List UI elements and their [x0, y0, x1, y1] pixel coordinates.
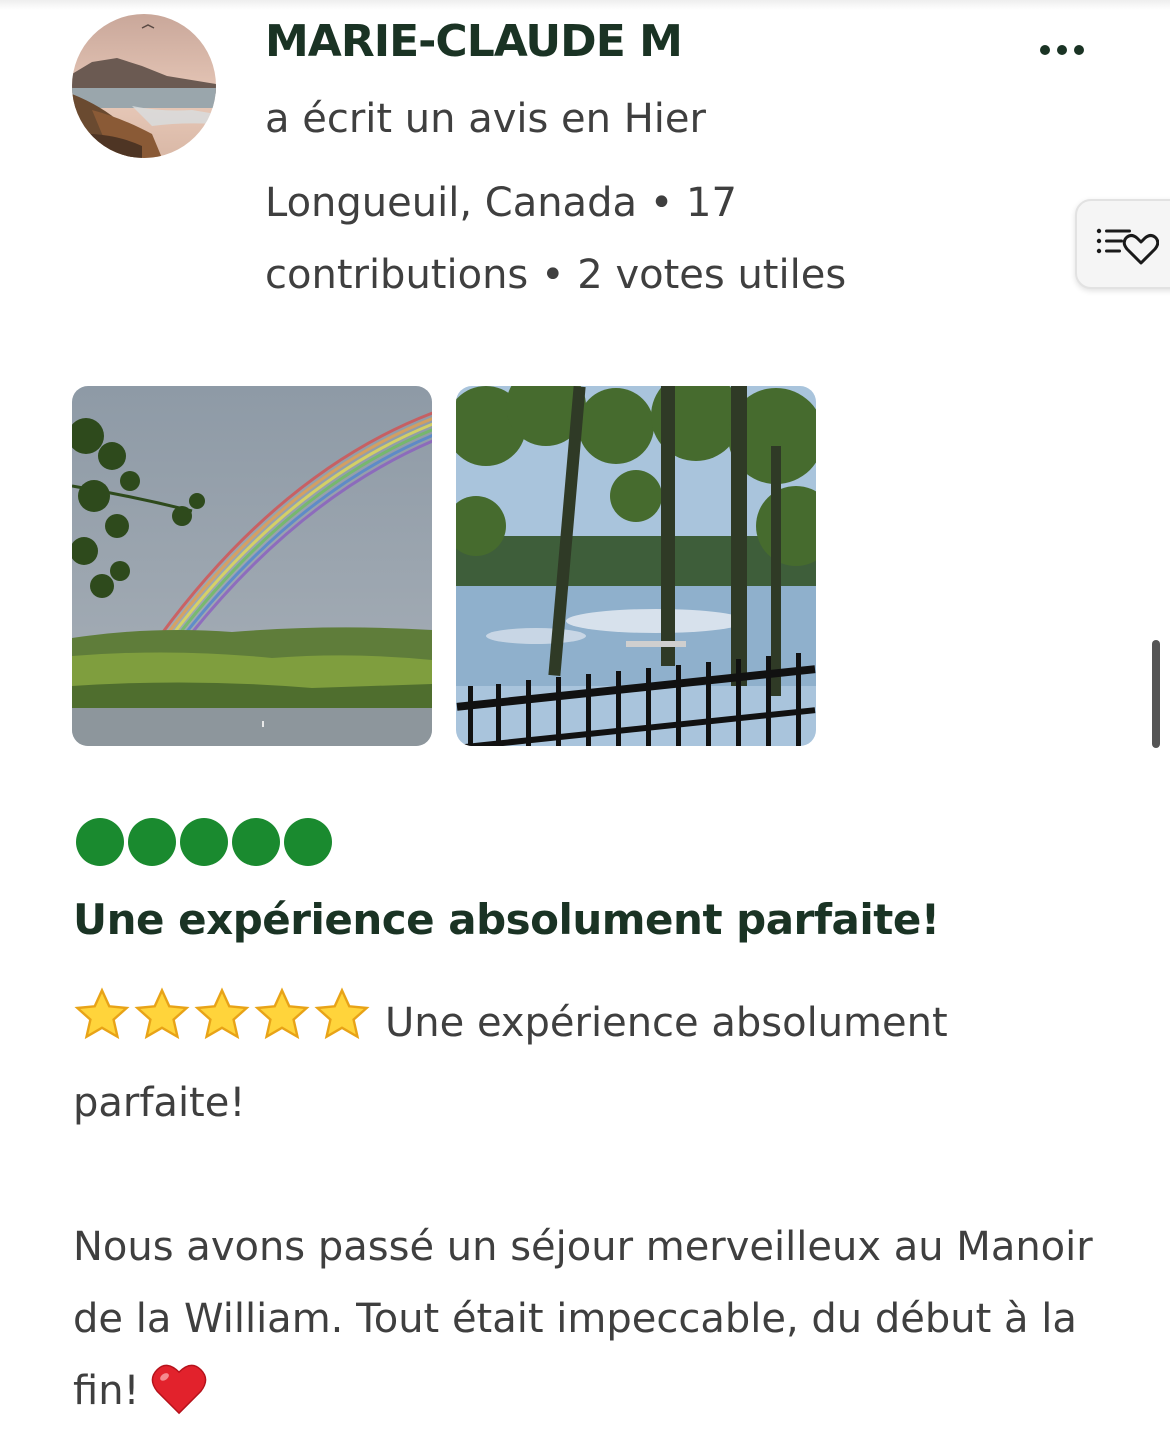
star-emoji-icon: [314, 987, 370, 1040]
review-main-text: Nous avons passé un séjour merveilleux a…: [73, 1224, 1093, 1414]
page-scrollbar[interactable]: [1152, 640, 1160, 748]
review-main-paragraph: Nous avons passé un séjour merveilleux a…: [73, 1211, 1113, 1439]
rating-bubble-filled: [284, 818, 332, 866]
rating-bubble-filled: [128, 818, 176, 866]
review-title[interactable]: Une expérience absolument parfaite!: [73, 892, 940, 948]
more-dot: [1057, 45, 1067, 55]
review-photo-rainbow[interactable]: [72, 386, 432, 746]
star-emoji-icon: [254, 987, 310, 1040]
rainbow-photo-image: [72, 386, 432, 746]
lake-deck-photo-image: [456, 386, 816, 746]
review-date-line: a écrit un avis en Hier: [265, 96, 706, 142]
rating-bubble-filled: [76, 818, 124, 866]
rating-bubble-filled: [232, 818, 280, 866]
star-emoji-icon: [194, 987, 250, 1040]
rating-bubble-filled: [180, 818, 228, 866]
red-heart-icon: [150, 1362, 208, 1439]
save-to-list-button[interactable]: [1075, 199, 1170, 289]
more-horizontal-icon: [1040, 45, 1050, 55]
reviewer-location-line: Longueuil, Canada • 17: [265, 180, 737, 226]
reviewer-name[interactable]: MARIE-CLAUDE M: [265, 14, 683, 70]
more-dot: [1074, 45, 1084, 55]
review-intro-paragraph: Une expérience absolument parfaite!: [73, 986, 1113, 1139]
rating-bubbles: [76, 818, 332, 866]
top-edge-shadow: [0, 0, 1170, 10]
save-to-list-heart-icon: [1096, 228, 1159, 265]
review-photo-lake-deck[interactable]: [456, 386, 816, 746]
star-emoji-icon: [134, 987, 190, 1040]
star-emoji-icon: [74, 987, 130, 1040]
star-emojis: [73, 986, 373, 1067]
more-options-button[interactable]: [1024, 28, 1100, 72]
reviewer-contributions-line: contributions • 2 votes utiles: [265, 252, 847, 298]
review-body: Une expérience absolument parfaite! Nous…: [73, 986, 1113, 1439]
reviewer-avatar[interactable]: [72, 14, 216, 158]
coastline-avatar-image: [72, 14, 216, 158]
